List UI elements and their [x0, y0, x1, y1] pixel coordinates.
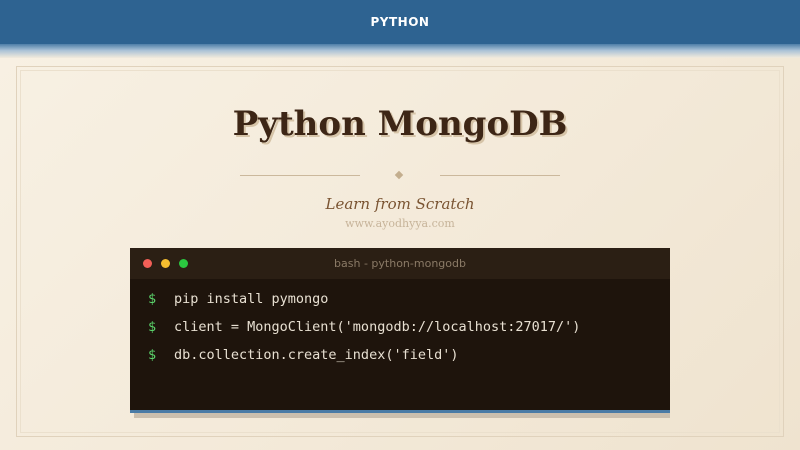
command-text: db.collection.create_index('field') — [174, 347, 459, 363]
prompt-symbol: $ — [148, 291, 157, 307]
terminal-window: bash - python-mongodb $ pip install pymon… — [130, 248, 670, 413]
prompt-symbol: $ — [148, 319, 157, 335]
terminal-output: $ pip install pymongo $ client = MongoClie… — [148, 291, 580, 375]
terminal-line: $ db.collection.create_index('field') — [148, 347, 580, 375]
banner-shade — [0, 44, 800, 58]
divider-left-line — [240, 175, 360, 176]
terminal-title: bash - python-mongodb — [334, 257, 466, 270]
command-text: pip install pymongo — [174, 291, 329, 307]
terminal-title-bar: bash - python-mongodb — [130, 248, 670, 279]
prompt-symbol: $ — [148, 347, 157, 363]
category-label: PYTHON — [370, 15, 430, 29]
terminal-line: $ pip install pymongo — [148, 291, 580, 319]
divider-right-line — [440, 175, 560, 176]
page-title: Python MongoDB — [232, 104, 568, 144]
top-banner: PYTHON — [0, 0, 800, 44]
subtitle: Learn from Scratch — [325, 195, 475, 213]
command-text: client = MongoClient('mongodb://localhos… — [174, 319, 581, 335]
terminal-line: $ client = MongoClient('mongodb://localho… — [148, 319, 580, 347]
website-url: www.ayodhyya.com — [345, 217, 455, 230]
